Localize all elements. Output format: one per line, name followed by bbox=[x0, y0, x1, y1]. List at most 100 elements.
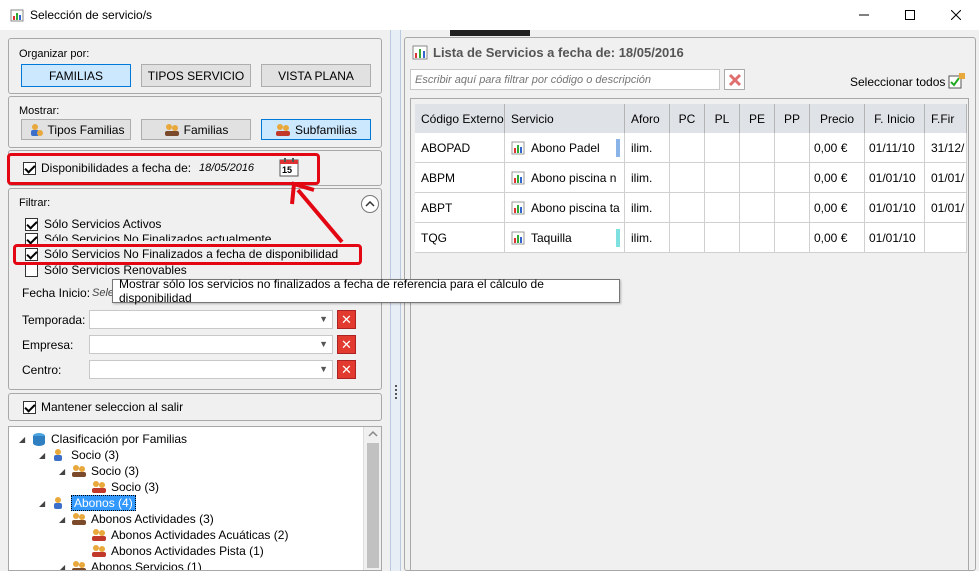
clear-empresa-button[interactable]: ✕ bbox=[337, 335, 356, 354]
cell-precio[interactable]: 0,00 € bbox=[810, 193, 865, 223]
clear-centro-button[interactable]: ✕ bbox=[337, 360, 356, 379]
close-button[interactable] bbox=[933, 0, 979, 30]
cell-fin[interactable]: 31/12/ bbox=[925, 133, 967, 163]
cell-codigo[interactable]: TQG bbox=[415, 223, 505, 253]
mostrar-label: Mostrar: bbox=[19, 105, 60, 117]
cell-pe[interactable] bbox=[740, 163, 775, 193]
minimize-button[interactable] bbox=[841, 0, 887, 30]
cell-servicio[interactable]: Abono piscina n bbox=[505, 163, 625, 193]
cell-pc[interactable] bbox=[670, 133, 705, 163]
col-inicio-header[interactable]: F. Inicio bbox=[865, 104, 925, 133]
subfamilias-label: Subfamilias bbox=[294, 122, 358, 137]
cell-pe[interactable] bbox=[740, 223, 775, 253]
cell-codigo[interactable]: ABPT bbox=[415, 193, 505, 223]
cell-inicio[interactable]: 01/01/10 bbox=[865, 193, 925, 223]
cell-codigo[interactable]: ABPM bbox=[415, 163, 505, 193]
tree-item[interactable]: ◢ Abonos Servicios (1) bbox=[59, 559, 202, 570]
tree-root[interactable]: ◢ Clasificación por Familias bbox=[19, 431, 187, 447]
clear-filter-button[interactable] bbox=[724, 69, 745, 90]
cell-precio[interactable]: 0,00 € bbox=[810, 163, 865, 193]
cell-pp[interactable] bbox=[775, 133, 810, 163]
centro-select[interactable]: ▼ bbox=[89, 360, 333, 379]
cell-aforo[interactable]: ilim. bbox=[625, 163, 670, 193]
cell-servicio[interactable]: Abono piscina ta bbox=[505, 193, 625, 223]
tree-item[interactable]: ◢ Abonos Actividades (3) bbox=[59, 511, 214, 527]
cell-pc[interactable] bbox=[670, 163, 705, 193]
cell-fin[interactable]: 01/01/ bbox=[925, 163, 967, 193]
cell-pp[interactable] bbox=[775, 163, 810, 193]
col-fin-header[interactable]: F.Fir bbox=[925, 104, 967, 133]
cell-aforo[interactable]: ilim. bbox=[625, 223, 670, 253]
renovables-checkbox[interactable] bbox=[25, 264, 38, 277]
cell-codigo[interactable]: ABOPAD bbox=[415, 133, 505, 163]
app-chart-icon bbox=[10, 8, 24, 22]
subfamilias-button[interactable]: Subfamilias bbox=[261, 119, 371, 140]
mantener-checkbox[interactable] bbox=[23, 401, 36, 414]
cell-fin[interactable] bbox=[925, 223, 967, 253]
cell-fin[interactable]: 01/01/ bbox=[925, 193, 967, 223]
collapse-button[interactable] bbox=[361, 195, 379, 213]
activos-checkbox[interactable] bbox=[25, 218, 38, 231]
empresa-select[interactable]: ▼ bbox=[89, 335, 333, 354]
cell-pl[interactable] bbox=[705, 163, 740, 193]
tree-item[interactable]: ◢ Socio (3) bbox=[59, 463, 139, 479]
tree-item[interactable]: Abonos Actividades Pista (1) bbox=[91, 543, 264, 559]
cell-servicio[interactable]: Abono Padel bbox=[505, 133, 625, 163]
cell-pp[interactable] bbox=[775, 223, 810, 253]
fecha-inicio-value[interactable]: Sele bbox=[92, 287, 114, 299]
clear-icon: ✕ bbox=[341, 361, 352, 377]
select-all-label[interactable]: Seleccionar todos bbox=[850, 75, 945, 89]
cell-aforo[interactable]: ilim. bbox=[625, 193, 670, 223]
cell-servicio[interactable]: Taquilla bbox=[505, 223, 625, 253]
temporada-select[interactable]: ▼ bbox=[89, 310, 333, 329]
familias-mostrar-button[interactable]: Familias bbox=[141, 119, 251, 140]
col-pp-header[interactable]: PP bbox=[775, 104, 810, 133]
family-tree[interactable]: ◢ Clasificación por Familias ◢ Socio (3)… bbox=[8, 426, 382, 571]
cell-precio[interactable]: 0,00 € bbox=[810, 133, 865, 163]
cell-pe[interactable] bbox=[740, 193, 775, 223]
cell-aforo[interactable]: ilim. bbox=[625, 133, 670, 163]
tipos-servicio-button[interactable]: TIPOS SERVICIO bbox=[141, 64, 251, 87]
cell-pp[interactable] bbox=[775, 193, 810, 223]
subfamily-icon bbox=[275, 123, 290, 136]
cell-pl[interactable] bbox=[705, 223, 740, 253]
tree-item-label: Abonos (4) bbox=[71, 495, 136, 511]
checklist-icon bbox=[948, 73, 965, 89]
tree-item-label: Abonos Actividades Acuáticas (2) bbox=[111, 528, 289, 542]
chevron-down-icon: ▼ bbox=[319, 339, 328, 349]
cell-pl[interactable] bbox=[705, 133, 740, 163]
vista-plana-button[interactable]: VISTA PLANA bbox=[261, 64, 371, 87]
no-finalizados-label: Sólo Servicios No Finalizados actualment… bbox=[44, 232, 272, 241]
cell-pc[interactable] bbox=[670, 193, 705, 223]
col-aforo-header[interactable]: Aforo bbox=[625, 104, 670, 133]
col-codigo-header[interactable]: Código Externo bbox=[415, 104, 505, 133]
col-servicio-header[interactable]: Servicio bbox=[505, 104, 625, 133]
tree-item-selected[interactable]: ◢ Abonos (4) bbox=[39, 495, 136, 511]
clear-temporada-button[interactable]: ✕ bbox=[337, 310, 356, 329]
select-all-button[interactable] bbox=[948, 72, 966, 90]
tree-item[interactable]: Socio (3) bbox=[91, 479, 159, 495]
servicio-text: Taquilla bbox=[531, 230, 572, 245]
cell-precio[interactable]: 0,00 € bbox=[810, 223, 865, 253]
maximize-button[interactable] bbox=[887, 0, 933, 30]
col-pc-header[interactable]: PC bbox=[670, 104, 705, 133]
cell-pc[interactable] bbox=[670, 223, 705, 253]
col-pe-header[interactable]: PE bbox=[740, 104, 775, 133]
cell-inicio[interactable]: 01/11/10 bbox=[865, 133, 925, 163]
tipos-familias-button[interactable]: Tipos Familias bbox=[21, 119, 131, 140]
col-precio-header[interactable]: Precio bbox=[810, 104, 865, 133]
familias-button[interactable]: FAMILIAS bbox=[21, 64, 131, 87]
tree-item[interactable]: Abonos Actividades Acuáticas (2) bbox=[91, 527, 288, 543]
scroll-thumb[interactable] bbox=[367, 443, 379, 568]
tree-item[interactable]: ◢ Socio (3) bbox=[39, 447, 119, 463]
chevron-down-icon: ▼ bbox=[319, 364, 328, 374]
splitter-grip bbox=[395, 385, 397, 399]
cell-inicio[interactable]: 01/01/10 bbox=[865, 163, 925, 193]
filter-input[interactable] bbox=[410, 69, 720, 90]
cell-pl[interactable] bbox=[705, 193, 740, 223]
tree-scrollbar[interactable] bbox=[363, 427, 381, 570]
mostrar-group: Mostrar: Tipos Familias Familias Subfami… bbox=[8, 96, 382, 148]
cell-pe[interactable] bbox=[740, 133, 775, 163]
col-pl-header[interactable]: PL bbox=[705, 104, 740, 133]
cell-inicio[interactable]: 01/01/10 bbox=[865, 223, 925, 253]
